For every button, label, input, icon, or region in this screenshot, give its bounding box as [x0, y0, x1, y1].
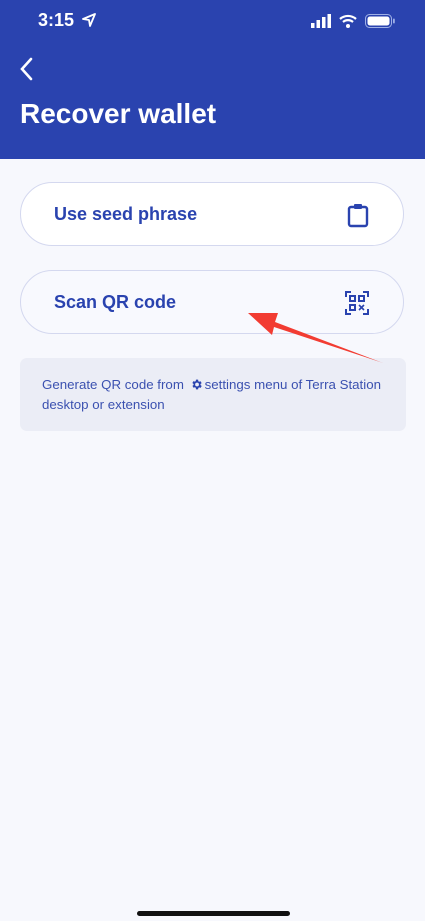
page-title: Recover wallet — [20, 98, 217, 129]
use-seed-phrase-button[interactable]: Use seed phrase — [20, 182, 404, 246]
signal-icon — [311, 14, 331, 28]
back-button[interactable] — [18, 56, 34, 82]
home-indicator[interactable] — [137, 911, 290, 916]
location-icon — [82, 13, 96, 27]
info-text-start: Generate QR code from — [42, 377, 188, 392]
status-icons — [311, 14, 395, 28]
annotation-arrow — [248, 313, 383, 363]
qr-info-box: Generate QR code from settings menu of T… — [20, 358, 406, 431]
app-header: 3:15 Recover wallet — [0, 0, 425, 159]
option-label: Use seed phrase — [54, 204, 198, 224]
wifi-icon — [339, 14, 357, 28]
gear-icon — [191, 379, 202, 390]
battery-icon — [365, 14, 395, 28]
clipboard-icon — [347, 204, 369, 228]
status-time: 3:15 — [38, 10, 75, 30]
option-label: Scan QR code — [54, 292, 177, 312]
